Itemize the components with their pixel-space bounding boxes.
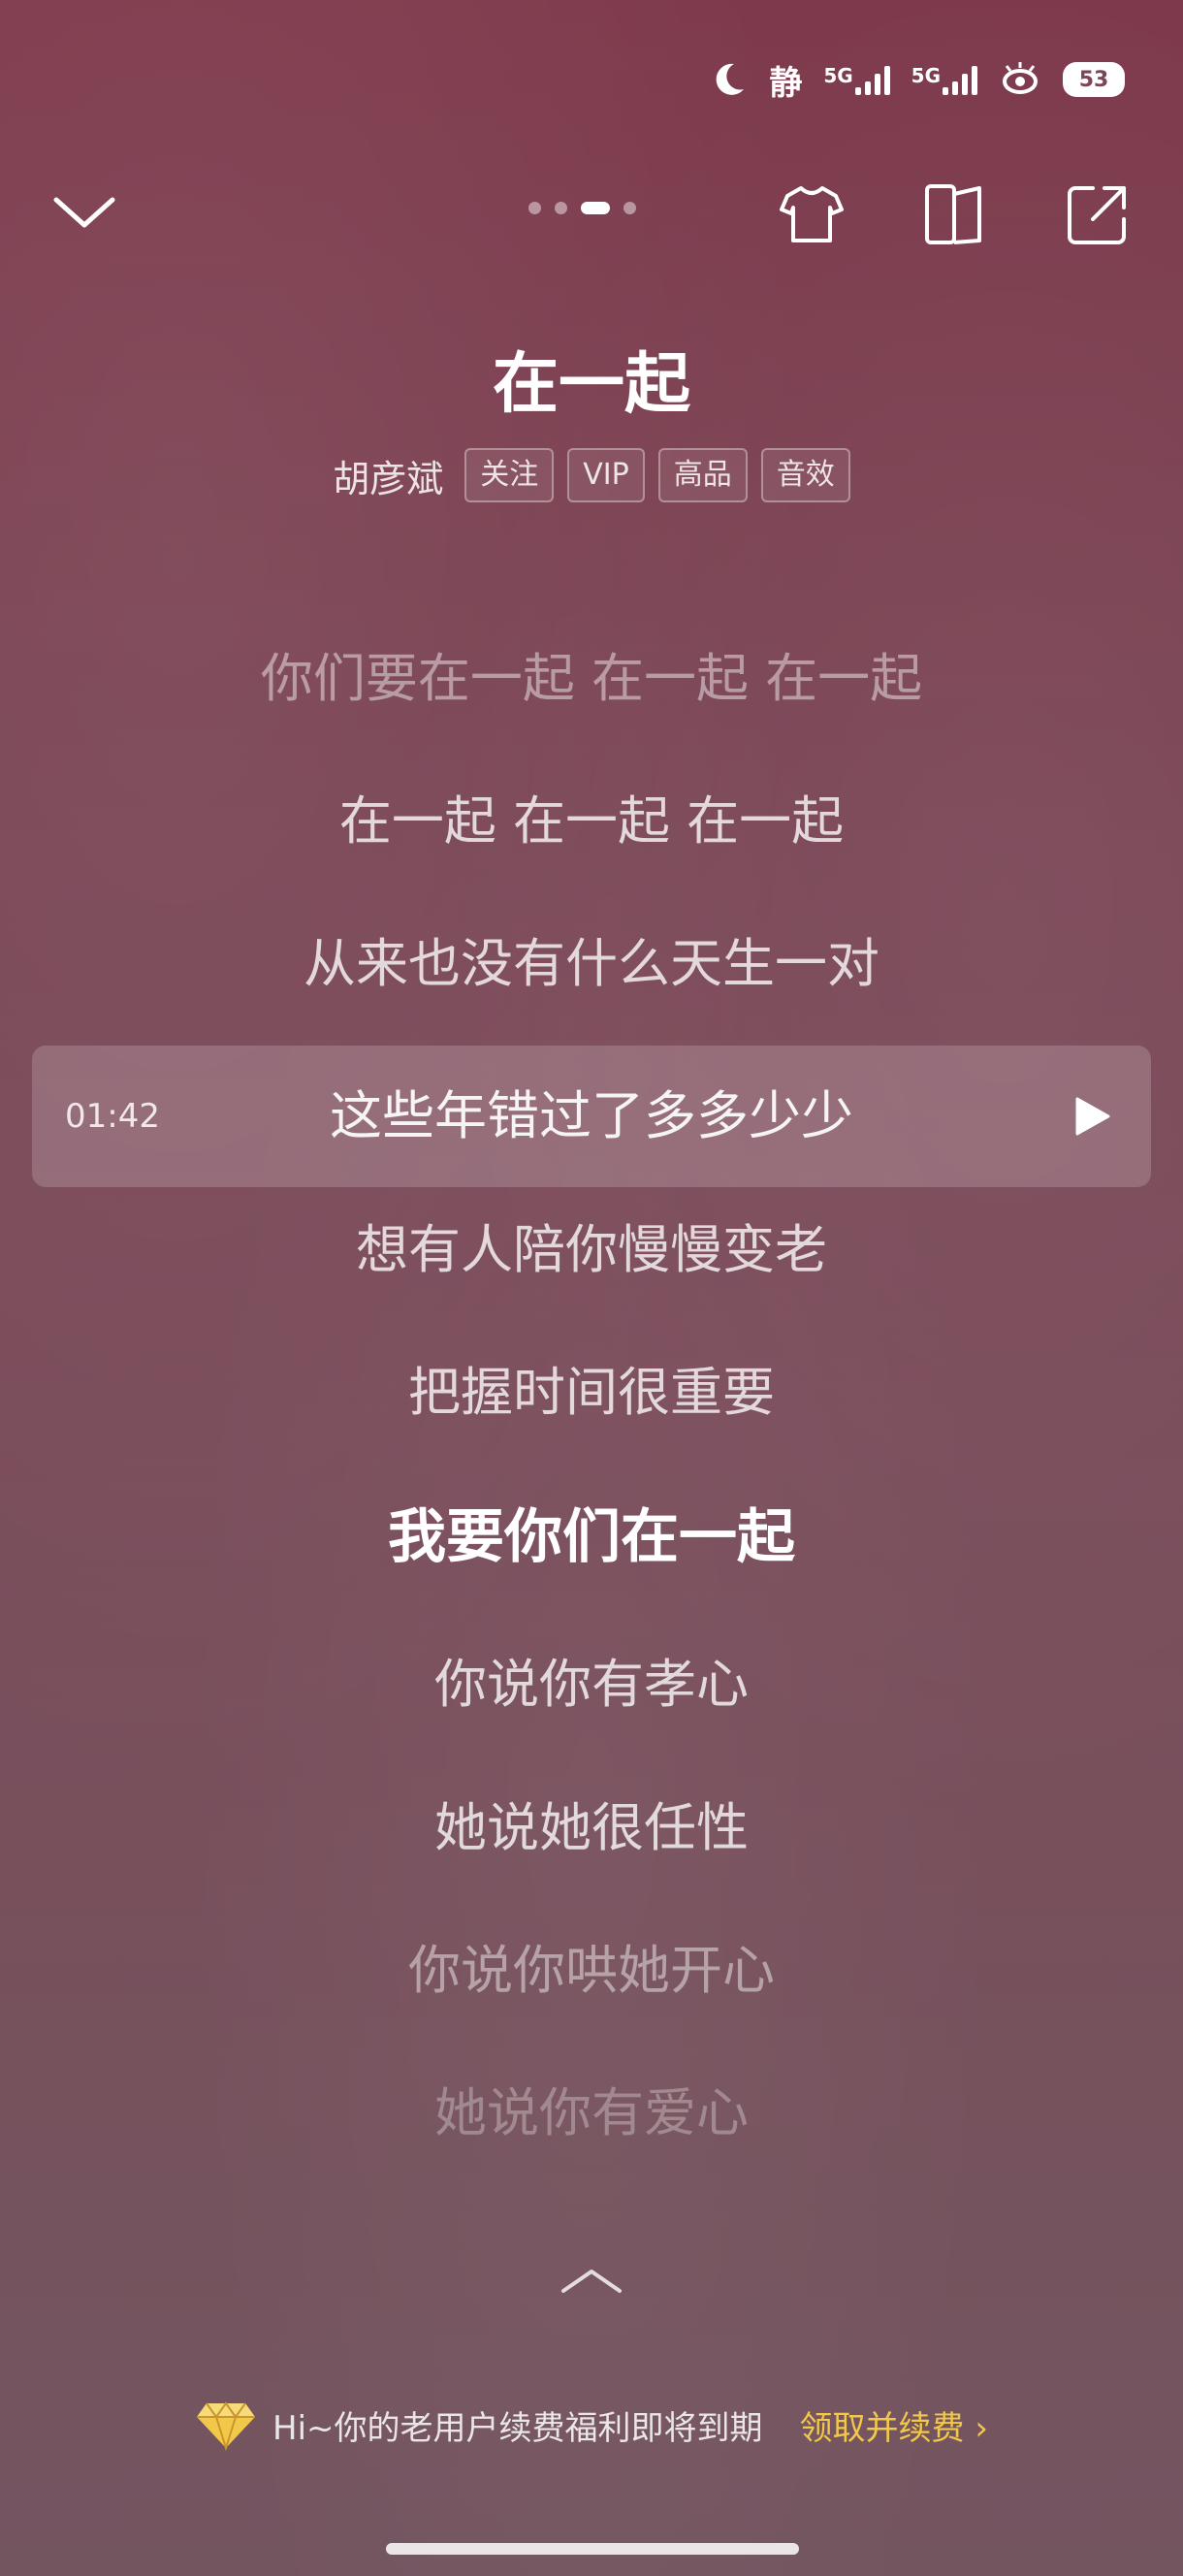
lyric-line-current[interactable]: 我要你们在一起 — [0, 1498, 1183, 1576]
signal-bars-icon — [854, 64, 890, 95]
lyric-line[interactable]: 从来也没有什么天生一对 — [0, 925, 1183, 1003]
lyric-seek-row[interactable]: 01:42 这些年错过了多多少少 — [32, 1046, 1151, 1187]
diamond-icon — [197, 2401, 256, 2452]
lyric-line[interactable]: 想有人陪你慢慢变老 — [0, 1211, 1183, 1289]
signal-bars-icon — [943, 64, 977, 95]
page-dot[interactable] — [528, 202, 541, 214]
chevron-up-icon[interactable] — [558, 2260, 625, 2299]
renewal-promo[interactable]: Hi~你的老用户续费福利即将到期 领取并续费 › — [0, 2398, 1183, 2452]
share-button[interactable] — [1064, 180, 1132, 248]
collapse-button[interactable] — [50, 184, 118, 242]
lyric-line[interactable]: 把握时间很重要 — [0, 1354, 1183, 1432]
player-top-bar — [0, 175, 1183, 252]
lyric-line[interactable]: 在一起 在一起 在一起 — [0, 783, 1183, 860]
quiet-mode-label: 静 — [769, 63, 803, 103]
signal-2-label: 5G — [911, 64, 941, 87]
share-icon — [1068, 186, 1126, 244]
song-meta: 胡彦斌 关注 VIP 高品 音效 — [0, 448, 1183, 502]
lyric-line[interactable]: 你说你有孝心 — [0, 1646, 1183, 1723]
lyric-line[interactable]: 你说你哄她开心 — [0, 1932, 1183, 2010]
song-title: 在一起 — [492, 346, 690, 423]
seek-lyric-line: 这些年错过了多多少少 — [330, 1085, 853, 1146]
renew-link[interactable]: 领取并续费 › — [800, 2401, 988, 2449]
layout-switch-icon — [925, 184, 981, 244]
artist-name[interactable]: 胡彦斌 — [333, 449, 443, 502]
eye-care-icon — [999, 60, 1041, 99]
signal-2: 5G — [911, 64, 977, 95]
tshirt-icon — [780, 186, 844, 242]
lyric-line[interactable]: 她说她很任性 — [0, 1789, 1183, 1867]
layout-button[interactable] — [921, 180, 989, 248]
play-icon[interactable] — [1073, 1095, 1112, 1138]
page-dot[interactable] — [555, 202, 567, 214]
page-dot[interactable] — [623, 202, 636, 214]
page-dot-active[interactable] — [581, 202, 610, 214]
page-indicator[interactable] — [528, 202, 636, 214]
quality-tag[interactable]: 高品 — [657, 448, 748, 502]
skin-button[interactable] — [778, 180, 846, 248]
moon-icon — [709, 60, 748, 99]
vip-tag[interactable]: VIP — [567, 448, 645, 502]
signal-1-label: 5G — [823, 64, 853, 87]
signal-1: 5G — [823, 64, 890, 95]
promo-text: Hi~你的老用户续费福利即将到期 — [272, 2408, 763, 2448]
follow-tag[interactable]: 关注 — [464, 448, 555, 502]
sound-effect-tag[interactable]: 音效 — [760, 448, 850, 502]
home-indicator[interactable] — [386, 2543, 799, 2555]
chevron-down-icon — [53, 197, 115, 228]
lyric-line[interactable]: 你们要在一起 在一起 在一起 — [0, 640, 1183, 718]
battery-indicator: 53 — [1063, 62, 1125, 97]
status-bar: 静 5G 5G 53 — [709, 54, 1125, 105]
lyric-line[interactable]: 她说你有爱心 — [0, 2075, 1183, 2152]
